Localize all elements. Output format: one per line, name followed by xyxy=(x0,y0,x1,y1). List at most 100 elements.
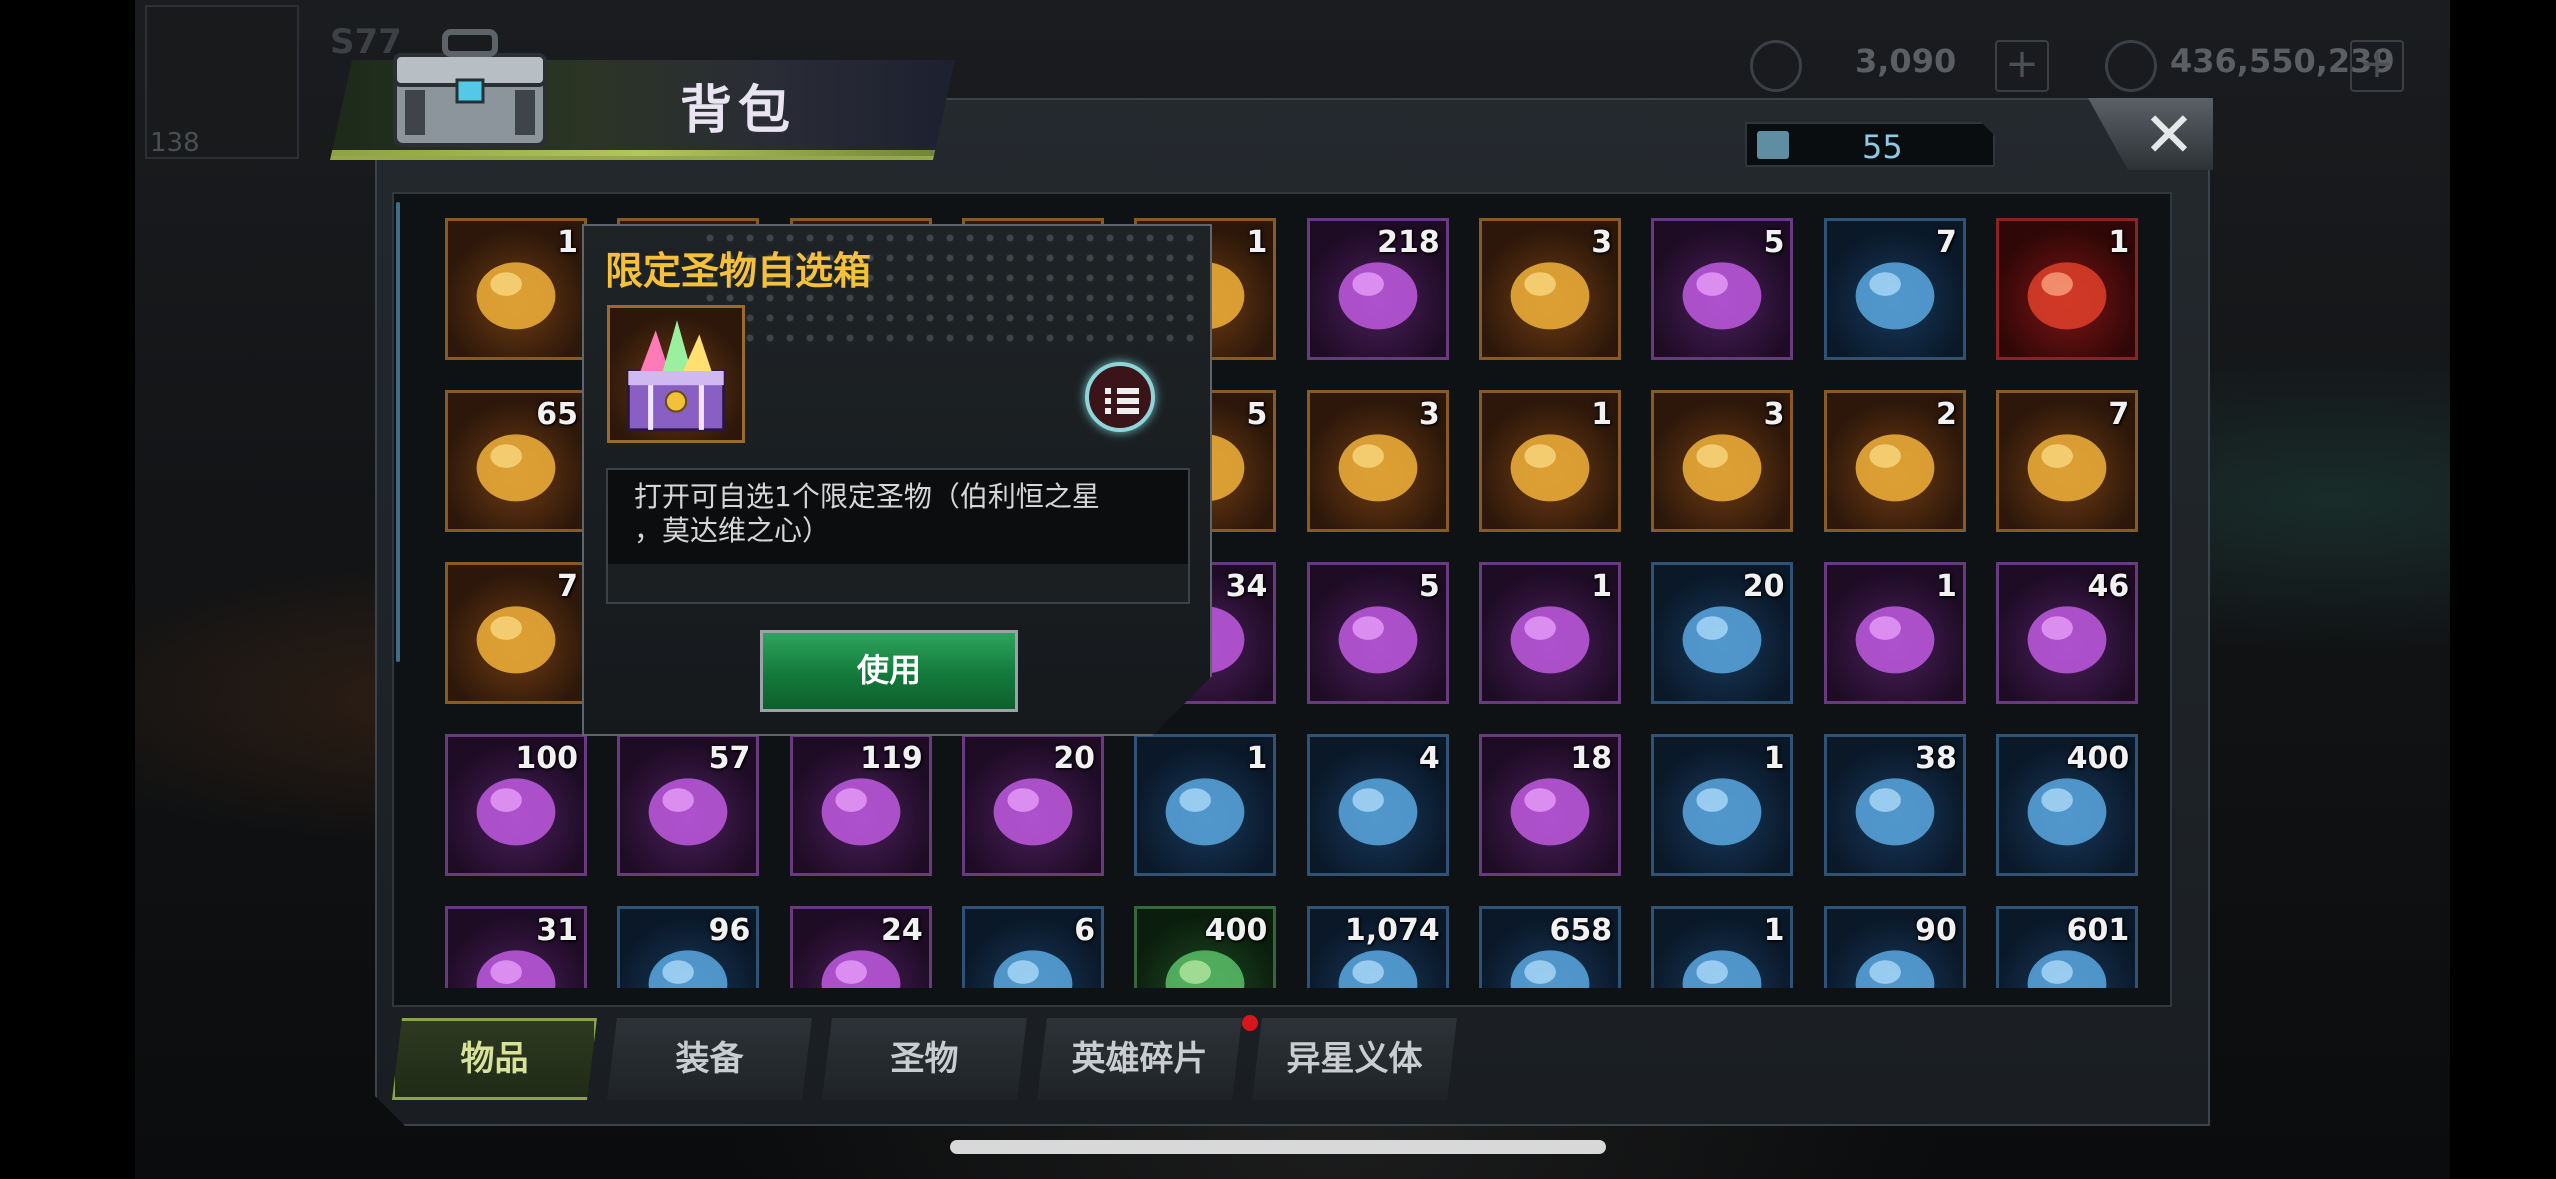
item-count: 96 xyxy=(708,913,751,948)
item-count: 65 xyxy=(536,397,578,432)
bag-capacity: 55 xyxy=(1745,122,1995,167)
item-slot[interactable]: 5 xyxy=(1306,562,1449,704)
item-count: 38 xyxy=(1915,741,1957,776)
bag-capacity-icon xyxy=(1757,131,1789,159)
item-slot[interactable]: 601 xyxy=(1996,906,2139,988)
item-count: 601 xyxy=(2066,913,2130,948)
player-level: 138 xyxy=(150,128,200,158)
item-slot[interactable]: 20 xyxy=(962,734,1105,876)
item-count: 1 xyxy=(557,225,578,260)
item-slot[interactable]: 96 xyxy=(617,906,760,988)
item-count: 100 xyxy=(515,741,578,776)
item-slot[interactable]: 1 xyxy=(1651,906,1794,988)
item-count: 7 xyxy=(557,569,578,604)
item-slot[interactable]: 7 xyxy=(445,562,587,704)
item-count: 218 xyxy=(1377,225,1440,260)
bag-chest-icon xyxy=(393,29,547,147)
popup-item-title: 限定圣物自选箱 xyxy=(605,249,872,293)
item-slot[interactable]: 7 xyxy=(1996,390,2139,532)
item-slot[interactable]: 7 xyxy=(1823,218,1966,360)
item-slot[interactable]: 90 xyxy=(1823,906,1966,988)
item-count: 1 xyxy=(1591,397,1613,432)
item-slot[interactable]: 1 xyxy=(1134,734,1277,876)
item-slot[interactable]: 1 xyxy=(1479,390,1622,532)
item-count: 1,074 xyxy=(1344,913,1440,948)
resource-1-icon xyxy=(1750,40,1802,92)
notification-dot xyxy=(1242,1015,1258,1031)
item-count: 90 xyxy=(1915,913,1957,948)
item-slot[interactable]: 3 xyxy=(1479,218,1622,360)
item-slot[interactable]: 1 xyxy=(1479,562,1622,704)
item-slot[interactable]: 1 xyxy=(445,218,587,360)
item-count: 7 xyxy=(1935,225,1957,260)
home-indicator[interactable] xyxy=(950,1140,1606,1154)
use-button[interactable]: 使用 xyxy=(760,630,1018,712)
item-count: 57 xyxy=(708,741,751,776)
description-line-2: ，莫达维之心） xyxy=(634,514,831,547)
item-slot[interactable]: 65 xyxy=(445,390,587,532)
item-count: 18 xyxy=(1570,741,1613,776)
resource-1-plus-button[interactable]: + xyxy=(1995,40,2049,92)
item-count: 1 xyxy=(1763,913,1785,948)
grid-scrollbar[interactable] xyxy=(396,202,400,662)
item-slot[interactable]: 1 xyxy=(1996,218,2139,360)
item-count: 46 xyxy=(2087,569,2130,604)
item-count: 119 xyxy=(860,741,923,776)
popup-item-thumbnail xyxy=(607,305,745,443)
item-count: 4 xyxy=(1418,741,1440,776)
tab-items[interactable]: 物品 xyxy=(392,1018,597,1100)
item-count: 20 xyxy=(1742,569,1785,604)
item-slot[interactable]: 4 xyxy=(1306,734,1449,876)
close-icon: ✕ xyxy=(2143,98,2195,171)
item-count: 2 xyxy=(1935,397,1957,432)
item-count: 6 xyxy=(1074,913,1096,948)
item-slot[interactable]: 5 xyxy=(1651,218,1794,360)
resource-2-plus-button[interactable]: + xyxy=(2350,40,2404,92)
item-slot[interactable]: 24 xyxy=(789,906,932,988)
item-slot[interactable]: 658 xyxy=(1479,906,1622,988)
item-slot[interactable]: 3 xyxy=(1651,390,1794,532)
item-count: 1 xyxy=(1246,225,1268,260)
item-count: 3 xyxy=(1763,397,1785,432)
item-count: 7 xyxy=(2108,397,2130,432)
item-slot[interactable]: 218 xyxy=(1306,218,1449,360)
item-slot[interactable]: 3 xyxy=(1306,390,1449,532)
window-title: 背包 xyxy=(680,81,797,141)
item-slot[interactable]: 6 xyxy=(962,906,1105,988)
item-slot[interactable]: 31 xyxy=(445,906,587,988)
item-slot[interactable]: 1 xyxy=(1823,562,1966,704)
item-slot[interactable]: 400 xyxy=(1134,906,1277,988)
item-slot[interactable]: 57 xyxy=(617,734,760,876)
item-count: 5 xyxy=(1418,569,1440,604)
item-slot[interactable]: 38 xyxy=(1823,734,1966,876)
item-slot[interactable]: 100 xyxy=(445,734,587,876)
item-slot[interactable]: 20 xyxy=(1651,562,1794,704)
popup-description: 打开可自选1个限定圣物（伯利恒之星 ，莫达维之心） xyxy=(606,468,1190,604)
item-slot[interactable]: 400 xyxy=(1996,734,2139,876)
tab-hero-shards[interactable]: 英雄碎片 xyxy=(1037,1018,1242,1100)
item-slot[interactable]: 46 xyxy=(1996,562,2139,704)
tab-relics[interactable]: 圣物 xyxy=(822,1018,1027,1100)
resource-1-value: 3,090 xyxy=(1855,42,1957,80)
tab-equipment[interactable]: 装备 xyxy=(607,1018,812,1100)
item-slot[interactable]: 1,074 xyxy=(1306,906,1449,988)
item-count: 1 xyxy=(1935,569,1957,604)
item-count: 34 xyxy=(1225,569,1268,604)
tab-alien-implants[interactable]: 异星义体 xyxy=(1252,1018,1457,1100)
resource-2-icon xyxy=(2105,40,2157,92)
item-count: 658 xyxy=(1549,913,1613,948)
item-count: 5 xyxy=(1763,225,1785,260)
item-count: 20 xyxy=(1053,741,1096,776)
item-slot[interactable]: 1 xyxy=(1651,734,1794,876)
description-line-1: 打开可自选1个限定圣物（伯利恒之星 xyxy=(634,480,1100,513)
item-count: 5 xyxy=(1246,397,1268,432)
item-count: 1 xyxy=(1763,741,1785,776)
item-slot[interactable]: 2 xyxy=(1823,390,1966,532)
item-count: 400 xyxy=(2066,741,2130,776)
info-list-button[interactable] xyxy=(1085,362,1155,432)
item-count: 1 xyxy=(1246,741,1268,776)
item-slot[interactable]: 18 xyxy=(1479,734,1622,876)
item-slot[interactable]: 119 xyxy=(789,734,932,876)
crystal-chest-icon xyxy=(626,320,726,432)
item-count: 24 xyxy=(880,913,923,948)
